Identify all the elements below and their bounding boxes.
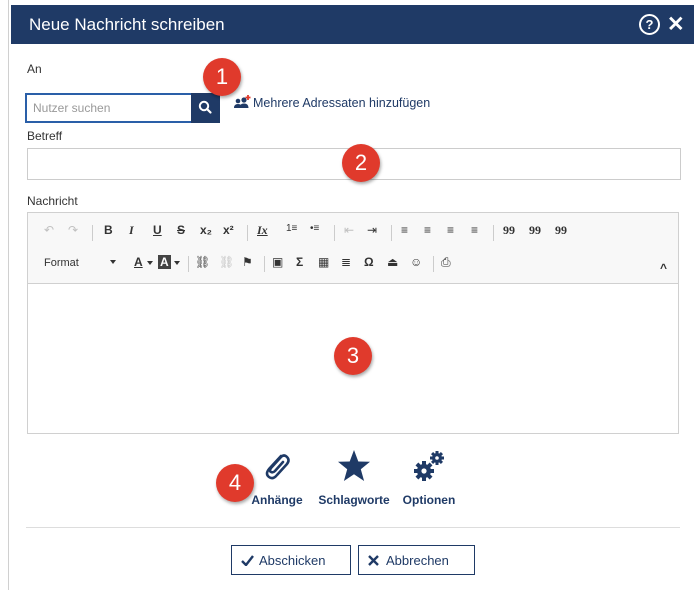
outdent-button[interactable]: ⇤ xyxy=(344,223,354,237)
horizontal-line-icon[interactable]: ≣ xyxy=(341,255,351,269)
formula-icon[interactable]: Σ xyxy=(296,255,303,269)
toolbar-separator xyxy=(391,225,392,241)
recipients-label: An xyxy=(27,62,42,76)
recipient-search xyxy=(25,93,220,123)
chevron-down-icon xyxy=(110,260,116,264)
underline-button[interactable]: U xyxy=(153,223,162,237)
message-label: Nachricht xyxy=(27,194,78,208)
remove-quote-button[interactable]: 99 xyxy=(555,223,567,238)
add-multiple-recipients-label: Mehrere Adressaten hinzufügen xyxy=(253,96,431,110)
numbered-list-button[interactable]: 1≡ xyxy=(286,223,297,234)
align-left-button[interactable]: ≡ xyxy=(401,223,408,237)
format-dropdown-label: Format xyxy=(44,257,79,269)
background-color-button[interactable]: A xyxy=(158,253,182,273)
toolbar-separator xyxy=(334,225,335,241)
superscript-button[interactable]: x² xyxy=(223,223,234,237)
toolbar-separator xyxy=(433,256,434,272)
cancel-button[interactable]: Abbrechen xyxy=(358,545,475,575)
indent-button[interactable]: ⇥ xyxy=(367,223,377,237)
subject-label: Betreff xyxy=(27,129,63,143)
subscript-button[interactable]: x₂ xyxy=(200,223,212,237)
redo-icon[interactable]: ↷ xyxy=(68,223,78,237)
image-icon[interactable]: ▣ xyxy=(272,255,283,269)
smiley-icon[interactable]: ☺ xyxy=(410,255,422,269)
dialog-titlebar: Neue Nachricht schreiben ? ✕ xyxy=(11,5,694,44)
italic-button[interactable]: I xyxy=(129,223,134,238)
close-icon[interactable]: ✕ xyxy=(667,12,685,37)
text-color-label: A xyxy=(134,255,143,269)
source-icon[interactable]: ⎙ xyxy=(441,255,451,270)
gears-icon xyxy=(414,451,444,481)
attachments-button[interactable]: Anhänge xyxy=(248,448,306,507)
callout-badge-1: 1 xyxy=(203,58,241,96)
help-icon[interactable]: ? xyxy=(639,14,660,35)
page-break-icon[interactable]: ⏏ xyxy=(387,255,398,269)
remove-format-button[interactable]: Ix xyxy=(257,223,268,238)
format-dropdown[interactable]: Format xyxy=(38,254,118,272)
table-icon[interactable]: ▦ xyxy=(318,255,329,269)
search-button[interactable] xyxy=(191,93,220,123)
strikethrough-button[interactable]: S xyxy=(177,223,185,237)
background-color-label: A xyxy=(158,255,171,269)
link-icon[interactable]: ⛓ xyxy=(195,255,210,269)
keywords-button[interactable]: Schlagworte xyxy=(313,448,395,507)
send-button-label: Abschicken xyxy=(259,553,326,568)
cancel-button-label: Abbrechen xyxy=(386,553,449,568)
x-icon xyxy=(368,555,379,566)
options-label: Optionen xyxy=(402,493,456,507)
toolbar-separator xyxy=(92,225,93,241)
options-button[interactable]: Optionen xyxy=(396,448,462,507)
toolbar-separator xyxy=(247,225,248,241)
checkmark-icon xyxy=(241,555,254,566)
toolbar-separator xyxy=(188,256,189,272)
bullet-list-button[interactable]: •≡ xyxy=(310,223,319,234)
add-users-icon xyxy=(234,95,251,108)
callout-badge-3: 3 xyxy=(334,337,372,375)
footer-divider xyxy=(26,527,680,528)
callout-badge-2: 2 xyxy=(342,144,380,182)
align-justify-button[interactable]: ≡ xyxy=(471,223,478,237)
special-char-icon[interactable]: Ω xyxy=(364,255,374,269)
text-color-button[interactable]: A xyxy=(132,253,156,273)
callout-badge-4: 4 xyxy=(216,464,254,502)
chevron-down-icon xyxy=(174,261,180,265)
keywords-label: Schlagworte xyxy=(318,493,390,507)
search-icon xyxy=(198,100,212,114)
star-icon xyxy=(338,450,370,481)
attachments-label: Anhänge xyxy=(251,493,303,507)
toolbar-separator xyxy=(493,225,494,241)
align-right-button[interactable]: ≡ xyxy=(447,223,454,237)
anchor-flag-icon[interactable]: ⚑ xyxy=(242,255,253,269)
send-button[interactable]: Abschicken xyxy=(231,545,351,575)
unlink-icon[interactable]: ⛓ xyxy=(219,255,234,269)
dialog-left-border xyxy=(8,0,9,590)
recipient-search-input[interactable] xyxy=(25,93,193,123)
toolbar-separator xyxy=(264,256,265,272)
paperclip-icon xyxy=(265,454,290,480)
quote-button[interactable]: 99 xyxy=(529,223,541,238)
undo-icon[interactable]: ↶ xyxy=(44,223,54,237)
chevron-down-icon xyxy=(147,261,153,265)
bold-button[interactable]: B xyxy=(104,223,113,237)
dialog-title: Neue Nachricht schreiben xyxy=(29,15,225,34)
align-center-button[interactable]: ≡ xyxy=(424,223,431,237)
collapse-toolbar-icon[interactable]: ^ xyxy=(660,261,667,275)
blockquote-button[interactable]: 99 xyxy=(503,223,515,238)
editor-toolbar: ↶ ↷ B I U S x₂ x² Ix 1≡ •≡ ⇤ ⇥ ≡ ≡ ≡ ≡ 9… xyxy=(27,212,679,284)
